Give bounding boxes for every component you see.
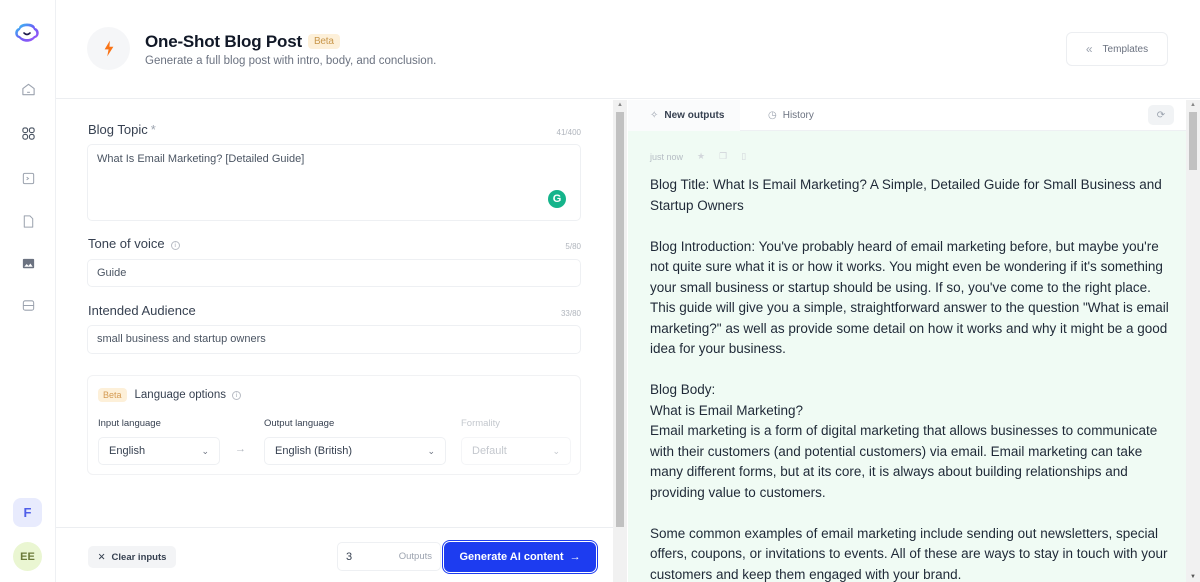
- tab-history-label: History: [782, 110, 814, 121]
- favorite-icon[interactable]: ★: [697, 151, 705, 162]
- output-panel: ✧ New outputs ◷ History ⟳ just now ★ ❐ ▯…: [628, 100, 1186, 582]
- page-header: One-Shot Blog Post Beta Generate a full b…: [56, 0, 1200, 99]
- grid-icon[interactable]: [18, 123, 38, 143]
- refresh-icon: ⟳: [1156, 109, 1166, 121]
- output-language-label: Output language: [264, 418, 335, 429]
- blog-topic-counter: 41/400: [556, 128, 581, 137]
- chevron-down-icon: ⌄: [427, 445, 435, 456]
- templates-label: Templates: [1102, 43, 1149, 55]
- tone-value: Guide: [97, 267, 127, 279]
- tone-label-text: Tone of voice: [88, 236, 165, 251]
- blog-topic-label-text: Blog Topic: [88, 122, 148, 137]
- language-options-title: Beta Language options i: [98, 388, 241, 402]
- language-options-label: Language options: [134, 389, 226, 401]
- document-icon[interactable]: [18, 211, 38, 231]
- copy-icon[interactable]: ❐: [719, 151, 727, 162]
- grammarly-icon[interactable]: G: [548, 190, 566, 208]
- home-icon[interactable]: [18, 79, 38, 99]
- chevrons-left-icon: «: [1085, 42, 1093, 56]
- scrollbar-thumb[interactable]: [616, 112, 624, 527]
- form-panel: Blog Topic * 41/400 What Is Email Marketi…: [56, 100, 613, 527]
- workspace-avatar[interactable]: F: [13, 498, 42, 527]
- blog-topic-label: Blog Topic *: [88, 122, 156, 137]
- arrow-right-icon: →: [235, 443, 246, 455]
- inbox-icon[interactable]: [18, 295, 38, 315]
- tone-counter: 5/80: [565, 242, 581, 251]
- formality-value: Default: [472, 445, 507, 457]
- output-meta: just now ★ ❐ ▯: [650, 151, 746, 162]
- app-root: F EE One-Shot Blog Post Beta Generate a f…: [0, 0, 1200, 582]
- user-avatar[interactable]: EE: [13, 542, 42, 571]
- input-language-select[interactable]: English ⌄: [98, 437, 220, 465]
- sidebar: F EE: [0, 0, 56, 582]
- close-icon: ✕: [97, 551, 106, 563]
- output-timestamp: just now: [650, 151, 684, 162]
- image-icon[interactable]: [18, 253, 38, 273]
- input-language-value: English: [109, 445, 146, 457]
- info-icon[interactable]: i: [170, 241, 180, 250]
- output-language-value: English (British): [275, 445, 353, 457]
- jasper-logo[interactable]: [13, 20, 41, 44]
- document-icon[interactable]: ▯: [741, 151, 746, 162]
- page-subtitle: Generate a full blog post with intro, bo…: [145, 55, 437, 67]
- formality-select[interactable]: Default ⌄: [461, 437, 571, 465]
- refresh-button[interactable]: ⟳: [1148, 105, 1174, 125]
- tone-input[interactable]: Guide: [87, 259, 581, 287]
- scrollbar-thumb[interactable]: [1189, 112, 1197, 170]
- sparkle-icon: ✧: [650, 110, 659, 121]
- page-title: One-Shot Blog Post Beta: [145, 32, 340, 52]
- beta-badge: Beta: [307, 34, 340, 49]
- audience-value: small business and startup owners: [97, 333, 266, 345]
- outputs-label: Outputs: [398, 551, 432, 562]
- templates-button[interactable]: « Templates: [1066, 32, 1168, 66]
- blog-topic-input[interactable]: What Is Email Marketing? [Detailed Guide…: [87, 144, 581, 221]
- form-scrollbar[interactable]: ▲: [613, 100, 627, 582]
- tone-label: Tone of voice i: [88, 236, 180, 251]
- lightning-icon: [87, 27, 130, 70]
- generate-label: Generate AI content: [459, 551, 564, 563]
- info-icon[interactable]: i: [231, 390, 241, 400]
- outputs-count-value: 3: [346, 550, 353, 563]
- formality-label: Formality: [461, 418, 501, 429]
- scroll-up-icon[interactable]: ▲: [1190, 102, 1196, 108]
- clock-icon: ◷: [768, 110, 777, 121]
- output-tabs: ✧ New outputs ◷ History ⟳: [628, 100, 1186, 131]
- chevron-down-icon: ⌄: [552, 445, 560, 456]
- tab-new-outputs[interactable]: ✧ New outputs: [628, 100, 740, 131]
- tab-new-outputs-label: New outputs: [664, 110, 725, 121]
- scroll-down-icon[interactable]: ▼: [1190, 574, 1196, 580]
- outputs-count-input[interactable]: 3 Outputs: [337, 542, 441, 571]
- tab-history[interactable]: ◷ History: [768, 100, 814, 131]
- required-mark: *: [150, 122, 156, 137]
- audience-counter: 33/80: [560, 309, 581, 318]
- output-scrollbar[interactable]: ▲ ▼: [1186, 100, 1200, 582]
- chevron-down-icon: ⌄: [201, 445, 209, 456]
- page-title-text: One-Shot Blog Post: [145, 32, 302, 51]
- scroll-up-icon[interactable]: ▲: [617, 102, 623, 108]
- language-options-card: Beta Language options i Input language E…: [87, 375, 581, 475]
- generate-button[interactable]: Generate AI content →: [444, 542, 596, 572]
- input-language-label: Input language: [98, 418, 161, 429]
- clear-inputs-label: Clear inputs: [111, 551, 167, 563]
- blog-topic-value: What Is Email Marketing? [Detailed Guide…: [97, 153, 305, 165]
- output-language-select[interactable]: English (British) ⌄: [264, 437, 446, 465]
- output-text: Blog Title: What Is Email Marketing? A S…: [650, 177, 1169, 582]
- language-beta-badge: Beta: [98, 388, 127, 402]
- audience-input[interactable]: small business and startup owners: [87, 325, 581, 354]
- audience-label: Intended Audience: [88, 303, 196, 318]
- clear-inputs-button[interactable]: ✕ Clear inputs: [88, 546, 176, 568]
- arrow-right-icon: →: [569, 551, 581, 563]
- action-bar: ✕ Clear inputs 3 Outputs Generate AI con…: [56, 527, 613, 582]
- terminal-icon[interactable]: [18, 168, 38, 188]
